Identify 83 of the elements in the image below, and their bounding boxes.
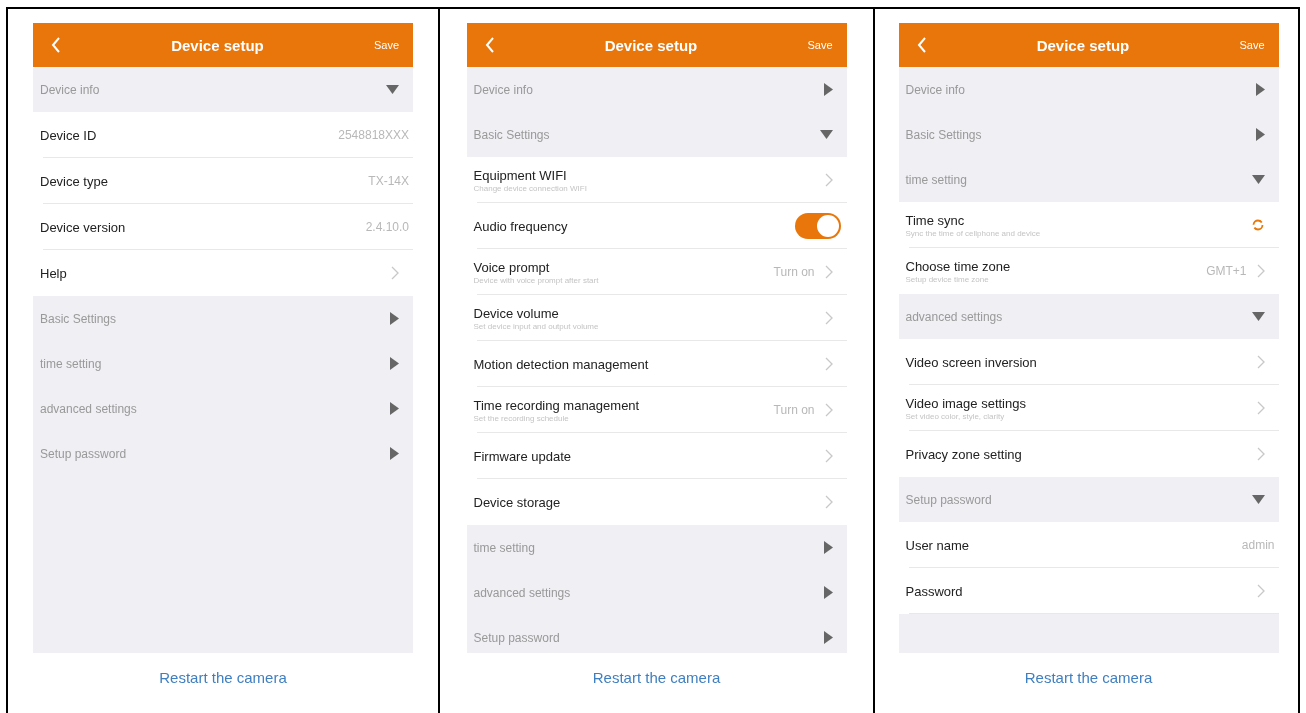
section-header[interactable]: Basic Settings [33,296,413,341]
chevron-right-icon[interactable] [824,173,833,187]
setting-label[interactable]: Device volume [473,305,559,321]
setting-label[interactable]: Device type [40,173,108,189]
section-label: Device info [40,82,100,97]
chevron-right-icon[interactable] [824,265,833,279]
section-header[interactable]: advanced settings [898,294,1279,339]
section-header[interactable]: Setup password [898,477,1279,522]
section-header[interactable]: Basic Settings [898,112,1279,157]
back-icon[interactable] [51,37,61,53]
setting-value: Turn on [773,265,815,279]
section-header[interactable]: Device info [898,67,1279,112]
section-label: Device info [473,82,533,97]
restart-link[interactable]: Restart the camera [1024,669,1153,686]
section-label: time setting [40,356,102,371]
setting-label[interactable]: Audio frequency [473,218,568,234]
section-label: Setup password [473,630,560,645]
chevron-right-icon[interactable] [1256,401,1265,415]
restart-link[interactable]: Restart the camera [592,669,721,686]
chevron-right-icon[interactable] [1256,447,1265,461]
screen-title: Device setup [1035,36,1131,54]
setting-label[interactable]: Privacy zone setting [905,446,1022,462]
setting-label[interactable]: Voice prompt [473,259,550,275]
setting-label[interactable]: Device version [40,219,126,235]
setting-label[interactable]: Device storage [473,494,561,510]
chevron-right-icon[interactable] [391,266,399,280]
setting-label[interactable]: Help [40,265,67,281]
section-header[interactable]: Device info [466,67,847,112]
chevron-right-icon[interactable] [824,357,833,371]
section-header[interactable]: Basic Settings [466,112,847,157]
setting-label[interactable]: Firmware update [473,448,572,464]
setting-label[interactable]: User name [905,537,970,553]
setting-value: 2.4.10.0 [365,220,409,234]
setting-value: 2548818XXX [338,128,409,142]
setting-label[interactable]: Time sync [905,212,965,228]
screen-title: Device setup [603,36,699,54]
section-header[interactable]: advanced settings [466,570,847,615]
setting-label[interactable]: Choose time zone [905,258,1011,274]
section-header[interactable]: time setting [898,157,1279,202]
section-label: Setup password [905,492,992,507]
sync-icon[interactable] [1250,218,1265,232]
section-header[interactable]: time setting [33,341,413,386]
section-label: time setting [473,540,535,555]
back-icon[interactable] [484,37,495,53]
chevron-right-icon[interactable] [824,495,833,509]
section-label: time setting [905,172,967,187]
section-label: Basic Settings [473,127,550,142]
setting-label[interactable]: Video image settings [905,395,1026,411]
setting-label[interactable]: Motion detection management [473,356,649,372]
chevron-right-icon[interactable] [824,311,833,325]
section-label: advanced settings [905,309,1003,324]
section-header[interactable]: Setup password [33,431,413,476]
restart-link[interactable]: Restart the camera [159,669,287,686]
section-header[interactable]: Device info [33,67,413,112]
chevron-right-icon[interactable] [824,449,833,463]
setting-label[interactable]: Device ID [40,127,97,143]
section-label: advanced settings [473,585,571,600]
setting-value: admin [1241,538,1275,552]
setting-label[interactable]: Equipment WIFI [473,167,567,183]
save-button[interactable]: Save [807,39,833,51]
section-label: Basic Settings [905,127,982,142]
save-button[interactable]: Save [373,39,399,51]
section-label: Basic Settings [40,311,117,326]
chevron-right-icon[interactable] [1256,264,1265,278]
save-button[interactable]: Save [1239,39,1265,51]
section-header[interactable]: Setup password [466,615,847,653]
toggle-switch[interactable] [794,213,841,239]
section-label: advanced settings [40,401,137,416]
section-header[interactable]: time setting [466,525,847,570]
back-icon[interactable] [916,37,927,53]
setting-value: TX-14X [368,174,409,188]
section-label: Setup password [40,446,127,461]
setting-value: Turn on [773,403,815,417]
setting-label[interactable]: Video screen inversion [905,354,1037,370]
chevron-right-icon[interactable] [1256,584,1265,598]
section-header[interactable]: advanced settings [33,386,413,431]
screen-title: Device setup [170,36,265,54]
setting-label[interactable]: Time recording management [473,397,640,413]
chevron-right-icon[interactable] [1256,355,1265,369]
setting-value: GMT+1 [1206,264,1247,278]
section-label: Device info [905,82,965,97]
chevron-right-icon[interactable] [824,403,833,417]
setting-label[interactable]: Password [905,583,963,599]
